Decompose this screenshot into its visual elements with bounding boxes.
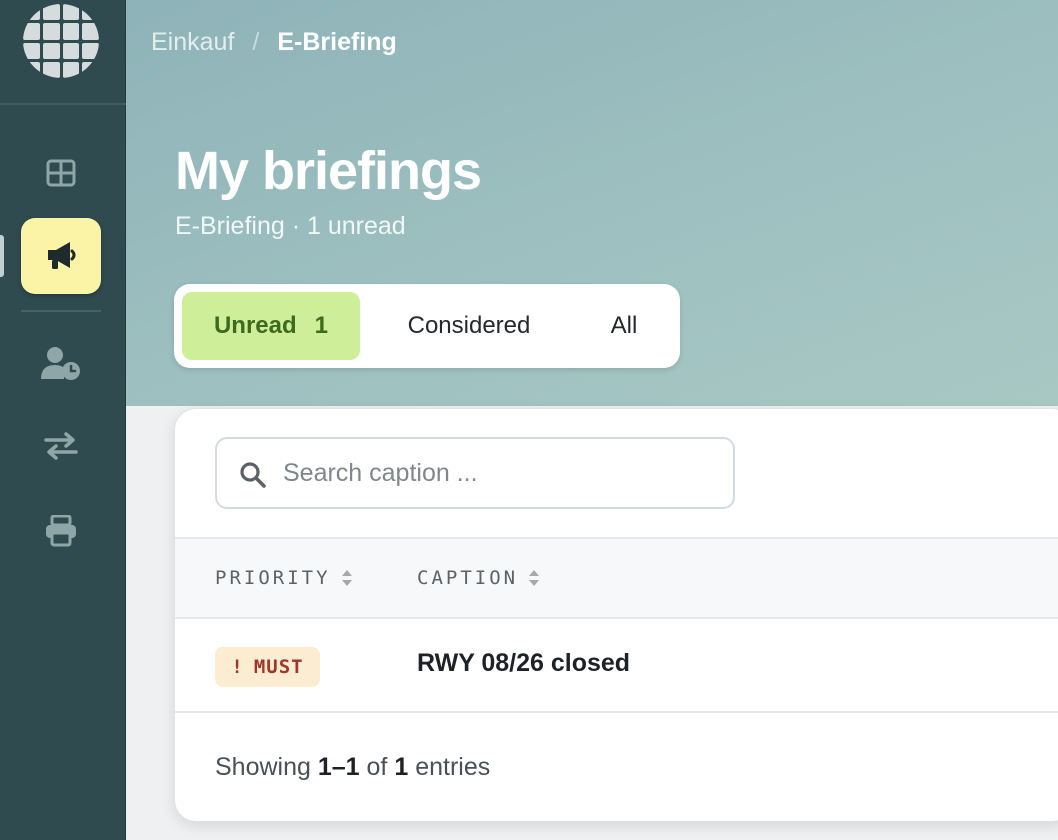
priority-label: MUST	[253, 656, 304, 678]
breadcrumb-parent[interactable]: Einkauf	[151, 28, 234, 57]
column-header-priority-label: PRIORITY	[215, 567, 331, 589]
transfer-arrows-icon	[44, 432, 78, 460]
sidebar-divider	[21, 310, 101, 312]
app-logo[interactable]	[23, 4, 99, 78]
sort-icon	[529, 570, 540, 586]
pagination-info: Showing 1–1 of 1 entries	[215, 753, 490, 782]
sidebar-item-print[interactable]	[21, 493, 101, 569]
pagination-total: 1	[394, 753, 409, 781]
breadcrumb-current: E-Briefing	[277, 28, 397, 56]
breadcrumb: Einkauf / E-Briefing	[151, 28, 397, 57]
search-box	[215, 437, 735, 509]
pagination-of: of	[366, 753, 388, 781]
megaphone-icon	[48, 242, 76, 269]
logo-area	[0, 0, 126, 105]
user-clock-icon	[41, 347, 80, 380]
active-nav-marker	[0, 235, 4, 277]
sidebar-item-transfers[interactable]	[21, 408, 101, 484]
column-header-caption[interactable]: CAPTION	[417, 567, 540, 589]
briefings-card: PRIORITY CAPTION ! MUST RWY 08/26 closed…	[174, 408, 1058, 822]
priority-alert-icon: !	[231, 656, 244, 678]
column-header-caption-label: CAPTION	[417, 567, 519, 589]
priority-badge: ! MUST	[215, 647, 320, 687]
tab-unread-count: 1	[314, 312, 329, 339]
pagination-range: 1–1	[317, 753, 360, 781]
sidebar-item-briefings[interactable]	[21, 218, 101, 294]
table-header: PRIORITY CAPTION	[175, 537, 1058, 619]
sidebar	[0, 0, 126, 840]
page-title: My briefings	[175, 141, 482, 201]
sidebar-item-user-schedule[interactable]	[21, 325, 101, 401]
tab-unread-label: Unread	[213, 312, 297, 339]
pagination-suffix: entries	[415, 753, 491, 781]
sidebar-item-dashboard[interactable]	[21, 135, 101, 211]
tab-considered[interactable]: Considered	[379, 292, 559, 360]
table-row[interactable]: ! MUST RWY 08/26 closed	[175, 619, 1058, 713]
page-subtitle: E-Briefing · 1 unread	[175, 212, 406, 240]
sort-icon	[341, 570, 352, 586]
row-caption[interactable]: RWY 08/26 closed	[417, 649, 630, 678]
grid-icon	[46, 159, 76, 187]
search-input[interactable]	[283, 449, 713, 497]
tab-unread[interactable]: Unread 1	[182, 292, 360, 360]
printer-icon	[46, 515, 76, 547]
filter-tabs: Unread 1 Considered All	[174, 284, 680, 368]
breadcrumb-separator: /	[252, 28, 260, 56]
page-header: Einkauf / E-Briefing My briefings E-Brie…	[126, 0, 1058, 406]
search-icon	[240, 462, 266, 488]
column-header-priority[interactable]: PRIORITY	[215, 567, 353, 589]
tab-all[interactable]: All	[584, 292, 664, 360]
pagination-prefix: Showing	[215, 753, 311, 781]
